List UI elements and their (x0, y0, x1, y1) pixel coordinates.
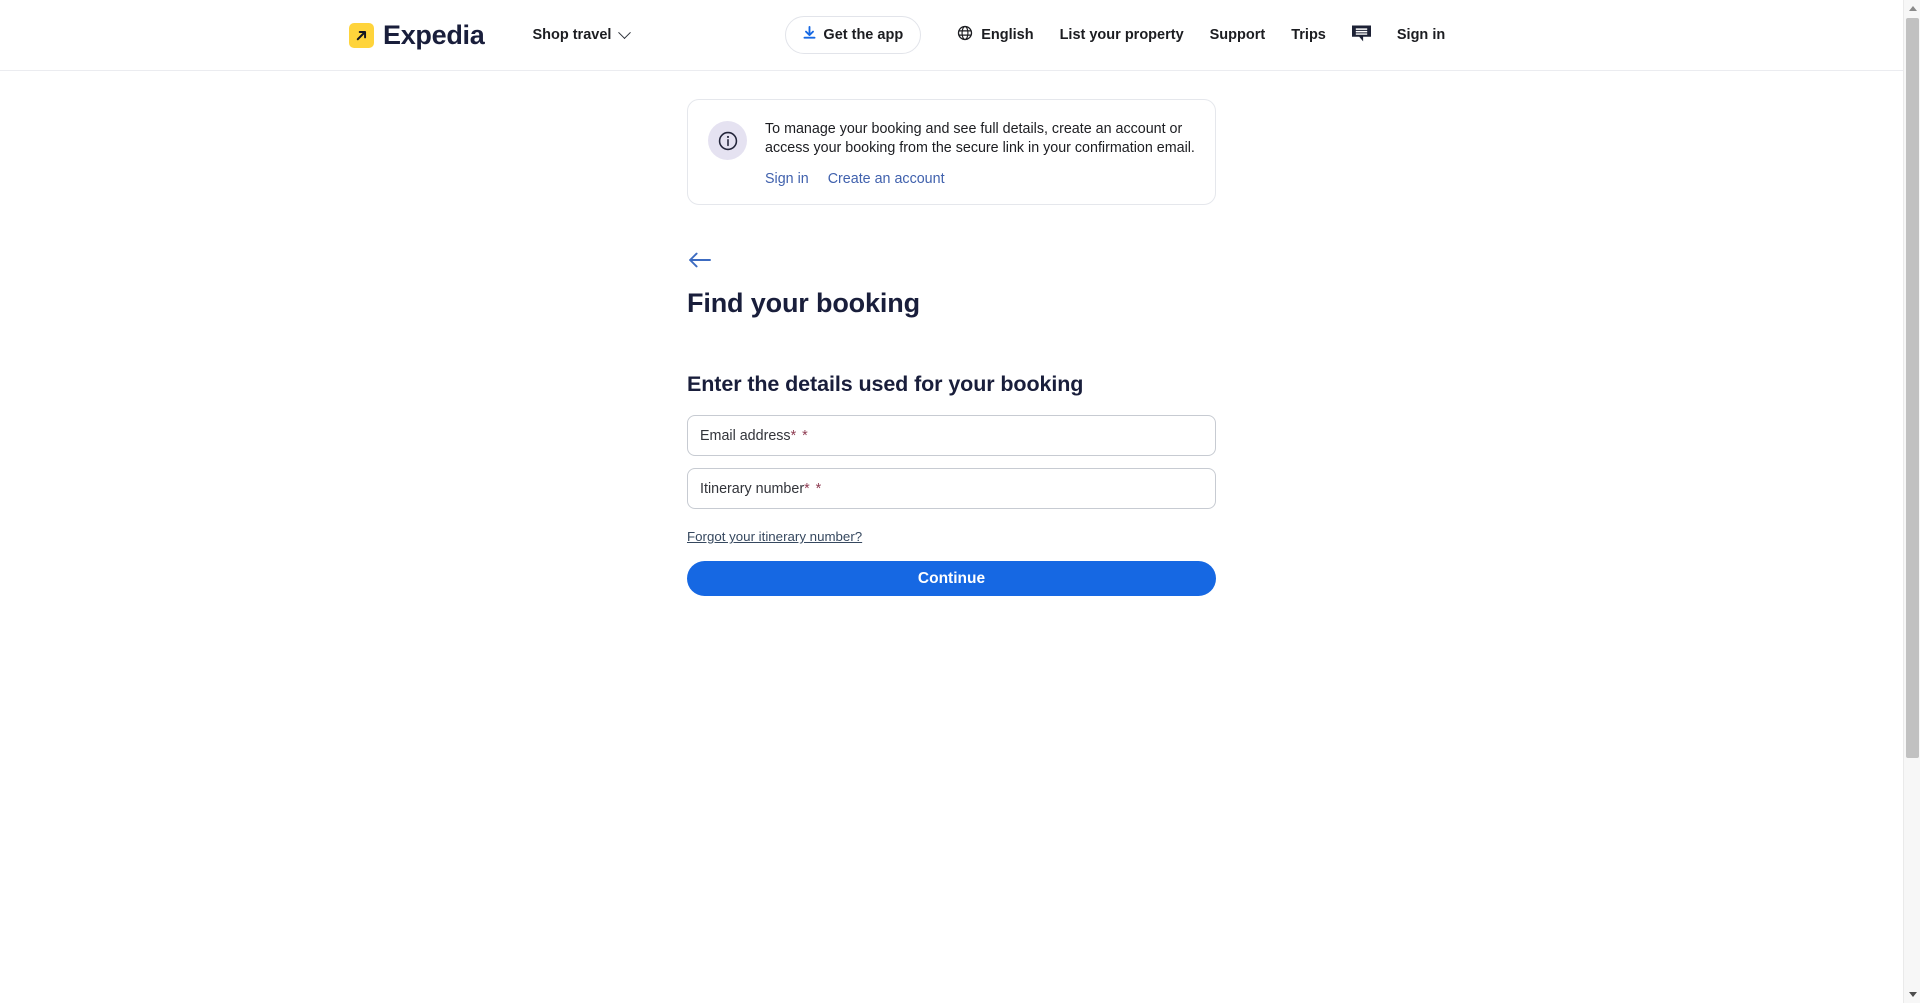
nav-list-your-property[interactable]: List your property (1047, 19, 1197, 51)
site-header: Expedia Shop travel Get the app English … (0, 0, 1903, 71)
continue-button[interactable]: Continue (687, 561, 1216, 596)
scroll-down-button[interactable] (1904, 986, 1920, 1003)
banner-body: To manage your booking and see full deta… (765, 119, 1195, 187)
back-button[interactable] (687, 249, 713, 271)
globe-icon (957, 25, 973, 45)
chevron-down-icon (618, 25, 632, 39)
nav-support[interactable]: Support (1197, 19, 1279, 51)
banner-create-account-link[interactable]: Create an account (828, 171, 945, 187)
forgot-itinerary-link[interactable]: Forgot your itinerary number? (687, 529, 862, 544)
nav-support-label: Support (1209, 27, 1266, 43)
required-marker: * * (790, 427, 809, 444)
page-title: Find your booking (687, 288, 920, 318)
nav-sign-in[interactable]: Sign in (1384, 19, 1458, 51)
banner-links: Sign in Create an account (765, 171, 1195, 187)
nav-trips-label: Trips (1291, 27, 1326, 43)
expedia-wordmark: Expedia (383, 19, 485, 50)
chevron-down-icon (1908, 992, 1917, 997)
chat-bubble-icon (1351, 24, 1372, 47)
page-content: Expedia Shop travel Get the app English … (0, 0, 1903, 1003)
get-the-app-button[interactable]: Get the app (785, 16, 922, 54)
email-address-label: Email address* * (700, 427, 809, 444)
chevron-up-icon (1908, 6, 1917, 11)
vertical-scrollbar[interactable] (1903, 0, 1920, 1003)
browser-viewport: Expedia Shop travel Get the app English … (0, 0, 1920, 1003)
expedia-logo-link[interactable]: Expedia (349, 19, 485, 50)
required-marker: * * (804, 480, 823, 497)
scrollbar-thumb[interactable] (1906, 18, 1919, 758)
nav-sign-in-label: Sign in (1396, 27, 1446, 43)
nav-language-label: English (981, 27, 1034, 43)
header-nav-right: Get the app English List your property S… (785, 16, 1458, 55)
form-heading: Enter the details used for your booking (687, 372, 1084, 396)
itinerary-number-label: Itinerary number* * (700, 480, 823, 497)
itinerary-number-field[interactable]: Itinerary number* * (687, 468, 1216, 509)
scroll-up-button[interactable] (1904, 0, 1920, 17)
download-icon (803, 26, 816, 44)
email-address-field[interactable]: Email address* * (687, 415, 1216, 456)
get-the-app-label: Get the app (823, 27, 904, 43)
info-circle-icon (708, 121, 747, 160)
nav-language-selector[interactable]: English (944, 17, 1046, 53)
booking-column: To manage your booking and see full deta… (687, 99, 1216, 596)
nav-list-your-property-label: List your property (1059, 27, 1184, 43)
main-content: To manage your booking and see full deta… (0, 71, 1903, 596)
banner-text: To manage your booking and see full deta… (765, 121, 1195, 156)
banner-sign-in-link[interactable]: Sign in (765, 171, 809, 187)
nav-chat-button[interactable] (1339, 16, 1384, 55)
expedia-arrow-logo-icon (349, 22, 374, 48)
nav-shop-travel[interactable]: Shop travel (532, 25, 632, 43)
arrow-left-icon (689, 252, 711, 268)
nav-shop-travel-label: Shop travel (532, 27, 612, 43)
account-info-banner: To manage your booking and see full deta… (687, 99, 1216, 205)
nav-trips[interactable]: Trips (1278, 19, 1339, 51)
